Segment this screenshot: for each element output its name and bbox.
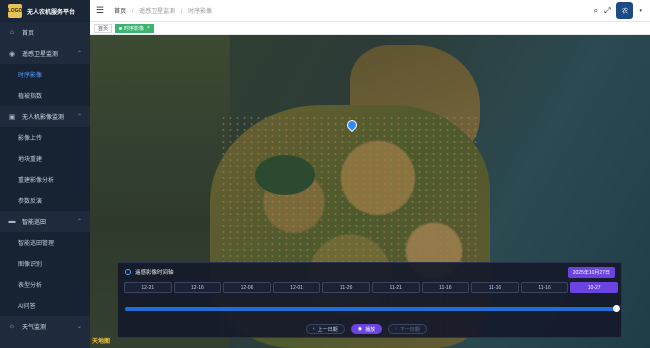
tab-label: 首页	[98, 25, 109, 32]
date-button[interactable]: 11-16	[471, 282, 519, 293]
sidebar-item-plot-rebuild[interactable]: 地块重建	[0, 148, 90, 169]
car-icon: ▬	[8, 218, 16, 225]
play-label: 播放	[365, 326, 376, 333]
chevron-up-icon: ⌃	[76, 51, 82, 57]
date-button[interactable]: 12-21	[124, 282, 172, 293]
timeline-slider[interactable]	[125, 305, 620, 312]
close-icon[interactable]: ×	[147, 25, 150, 31]
tab-time-series[interactable]: 时序影像 ×	[115, 23, 154, 33]
map-lake	[255, 155, 315, 195]
sidebar-item-home[interactable]: ⌂ 首页	[0, 22, 90, 43]
sidebar-item-parameter-inversion[interactable]: 参数反演	[0, 190, 90, 211]
prev-date-button[interactable]: ‹ 上一日期	[306, 324, 345, 334]
sidebar-group-weather[interactable]: ☼ 天气监测 ⌄	[0, 316, 90, 337]
sidebar-group-label: 天气监测	[22, 325, 47, 331]
date-button[interactable]: 12-06	[223, 282, 271, 293]
tab-bar: 首页 时序影像 ×	[90, 22, 650, 35]
date-button[interactable]: 11-16	[520, 282, 569, 293]
caret-down-icon[interactable]: ▾	[639, 8, 642, 14]
timeline-panel: 遥感影像时间轴 2025年10月27日 12-21 12-16 12-06 12-01…	[117, 262, 622, 338]
search-icon[interactable]: ⌕	[594, 6, 598, 16]
sidebar-item-image-recognition[interactable]: 图像识别	[0, 253, 90, 274]
sidebar-group-label: 智能巡田	[22, 220, 47, 226]
date-button[interactable]: 12-01	[272, 282, 321, 293]
date-button[interactable]: 10-27	[570, 282, 618, 293]
timeline-header: 遥感影像时间轴	[125, 268, 174, 276]
clock-icon	[125, 269, 131, 275]
next-label: 下一日期	[399, 326, 420, 333]
breadcrumb-separator: /	[180, 9, 183, 15]
breadcrumb-current: 时序影像	[188, 9, 213, 15]
sidebar-item-image-upload[interactable]: 影像上传	[0, 127, 90, 148]
avatar[interactable]: 农	[616, 2, 634, 19]
date-button[interactable]: 12-16	[173, 282, 222, 293]
breadcrumb-separator: /	[131, 9, 134, 15]
selected-date-badge: 2025年10月27日	[567, 267, 615, 278]
sidebar-item-vegetation-index[interactable]: 植被指数	[0, 85, 90, 106]
date-button[interactable]: 11-21	[371, 282, 420, 293]
sidebar-item-patrol-management[interactable]: 智能巡田管理	[0, 232, 90, 253]
timeline-controls: ‹ 上一日期 ◉ 播放 › 下一日期	[306, 324, 427, 334]
sidebar-group-label: 无人机影像监测	[22, 115, 65, 121]
sidebar-group-satellite[interactable]: ◉ 遥感卫星监测 ⌃	[0, 43, 90, 64]
sidebar-item-rebuild-analysis[interactable]: 重建影像分析	[0, 169, 90, 190]
next-date-button[interactable]: › 下一日期	[388, 324, 427, 334]
weather-icon: ☼	[8, 323, 16, 330]
map-provider-logo: 天地图	[92, 339, 111, 345]
fullscreen-icon[interactable]: ⤢	[604, 6, 610, 16]
play-button[interactable]: ◉ 播放	[350, 324, 383, 334]
chevron-left-icon: ‹	[313, 326, 315, 332]
play-icon: ◉	[357, 326, 363, 332]
sidebar-group-label: 遥感卫星监测	[22, 52, 59, 58]
sidebar-item-phenotype-analysis[interactable]: 表型分析	[0, 274, 90, 295]
date-button[interactable]: 11-26	[322, 282, 370, 293]
sidebar-item-time-series[interactable]: 时序影像	[0, 64, 90, 85]
header-actions: ⌕ ⤢ 农 ▾	[594, 2, 642, 19]
sidebar-item-label: 首页	[22, 31, 35, 37]
chevron-up-icon: ⌃	[76, 114, 82, 120]
date-button[interactable]: 11-16	[421, 282, 470, 293]
app-logo: LOGO	[8, 4, 22, 18]
app-title: 无人农机服务平台	[27, 9, 76, 16]
app-root: LOGO 无人农机服务平台 ⌂ 首页 ◉ 遥感卫星监测 ⌃ 时序影像 植被指数 …	[0, 0, 650, 348]
timeline-title: 遥感影像时间轴	[135, 270, 174, 276]
home-icon: ⌂	[9, 29, 15, 36]
sidebar-item-ai-qa[interactable]: AI问答	[0, 295, 90, 316]
sidebar-group-drone[interactable]: ▣ 无人机影像监测 ⌃	[0, 106, 90, 127]
breadcrumb-home[interactable]: 首页	[114, 9, 126, 15]
active-dot-icon	[119, 26, 123, 30]
slider-handle[interactable]	[613, 305, 620, 312]
prev-label: 上一日期	[317, 326, 338, 333]
breadcrumb-satellite: 遥感卫星监测	[139, 9, 176, 15]
top-header: ☰ 首页 / 遥感卫星监测 / 时序影像 ⌕ ⤢ 农 ▾	[90, 0, 650, 22]
sidebar: LOGO 无人农机服务平台 ⌂ 首页 ◉ 遥感卫星监测 ⌃ 时序影像 植被指数 …	[0, 0, 90, 348]
breadcrumb: 首页 / 遥感卫星监测 / 时序影像	[114, 6, 212, 15]
sidebar-group-patrol[interactable]: ▬ 智能巡田 ⌃	[0, 211, 90, 232]
menu-toggle-icon[interactable]: ☰	[96, 5, 104, 16]
eye-icon: ◉	[8, 50, 16, 58]
camera-icon: ▣	[8, 113, 16, 121]
tab-home[interactable]: 首页	[94, 23, 113, 33]
date-list: 12-21 12-16 12-06 12-01 11-26 11-21 11-16 11-16…	[124, 282, 618, 293]
brand: LOGO 无人农机服务平台	[0, 0, 90, 22]
chevron-down-icon: ⌄	[76, 324, 82, 330]
chevron-right-icon: ›	[395, 326, 397, 332]
tab-label: 时序影像	[124, 25, 145, 32]
chevron-up-icon: ⌃	[76, 219, 82, 225]
